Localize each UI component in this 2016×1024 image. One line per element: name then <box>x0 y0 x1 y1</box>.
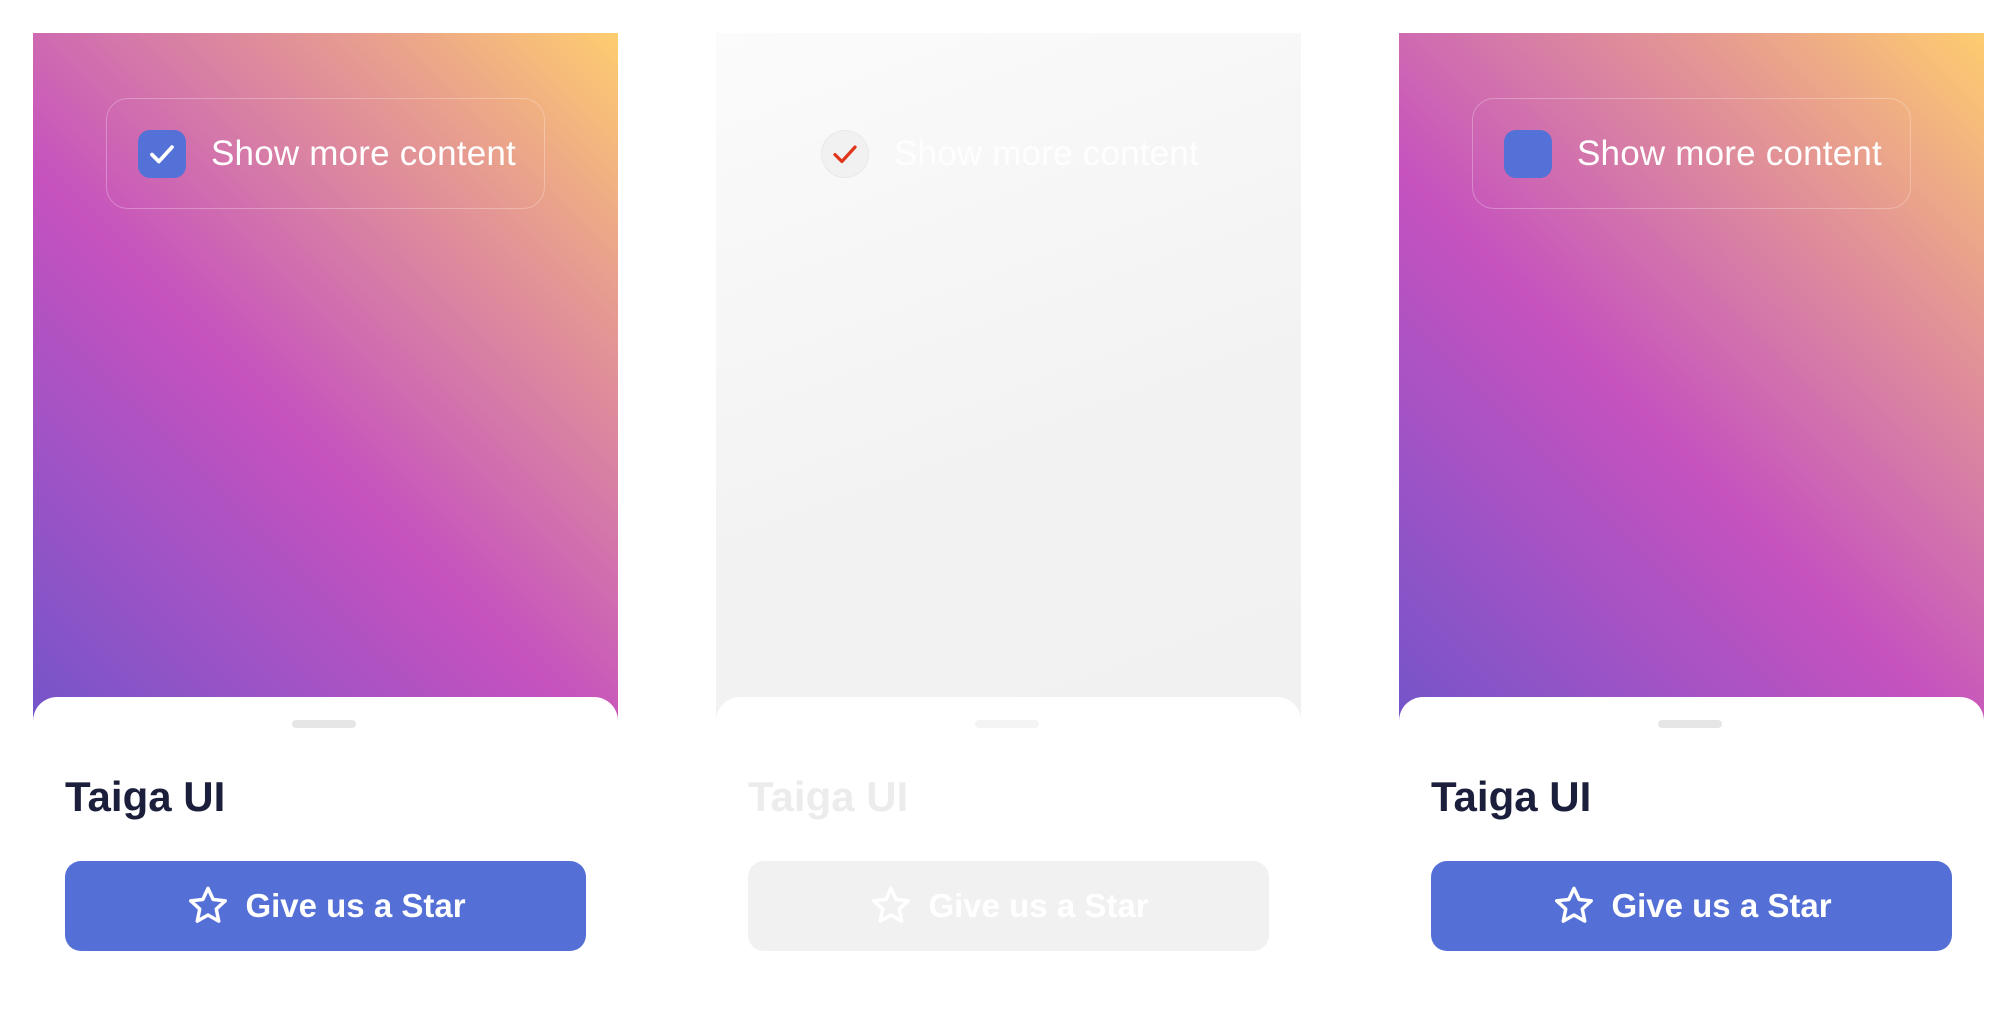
checkbox-row: Show more content <box>789 98 1228 209</box>
gradient-screen: Show more content <box>1399 33 1984 733</box>
sheet-title: Taiga UI <box>748 773 909 820</box>
mobile-frame-checked: Show more content Taiga UI Give us a Sta… <box>0 0 683 1024</box>
star-icon <box>189 886 228 923</box>
check-icon <box>150 144 174 163</box>
bottom-sheet: Taiga UI Give us a Star <box>33 697 618 1024</box>
sheet-handle <box>975 720 1039 728</box>
checkbox-label: Show more content <box>211 133 516 173</box>
give-star-label: Give us a Star <box>245 887 466 924</box>
give-star-button-disabled: Give us a Star <box>748 861 1269 951</box>
sheet-handle[interactable] <box>1658 720 1722 728</box>
gradient-screen: Show more content <box>33 33 618 733</box>
bottom-sheet: Taiga UI Give us a Star <box>1399 697 1984 1024</box>
mobile-frame-disabled: Show more content Taiga UI Give us a Sta… <box>683 0 1366 1024</box>
check-icon <box>833 145 857 163</box>
checkbox-checked[interactable] <box>138 129 186 178</box>
give-star-button[interactable]: Give us a Star <box>65 861 586 951</box>
give-star-label: Give us a Star <box>928 887 1149 924</box>
preview-stage: Show more content Taiga UI Give us a Sta… <box>0 0 2016 1024</box>
mobile-frame-unchecked: Show more content Taiga UI Give us a Sta… <box>1366 0 2016 1024</box>
bottom-sheet: Taiga UI Give us a Star <box>716 697 1301 1024</box>
checkbox-disabled <box>821 129 869 178</box>
checkbox-label: Show more content <box>1577 133 1882 173</box>
checkbox-unchecked[interactable] <box>1504 129 1552 178</box>
checkbox-row[interactable]: Show more content <box>106 98 545 209</box>
sheet-handle[interactable] <box>292 720 356 728</box>
sheet-title: Taiga UI <box>65 773 226 820</box>
star-icon <box>1555 886 1594 923</box>
star-icon <box>872 886 911 923</box>
give-star-button[interactable]: Give us a Star <box>1431 861 1952 951</box>
checkbox-label: Show more content <box>894 133 1199 173</box>
disabled-screen: Show more content <box>716 33 1301 733</box>
sheet-title: Taiga UI <box>1431 773 1592 820</box>
checkbox-row[interactable]: Show more content <box>1472 98 1911 209</box>
give-star-label: Give us a Star <box>1611 887 1832 924</box>
